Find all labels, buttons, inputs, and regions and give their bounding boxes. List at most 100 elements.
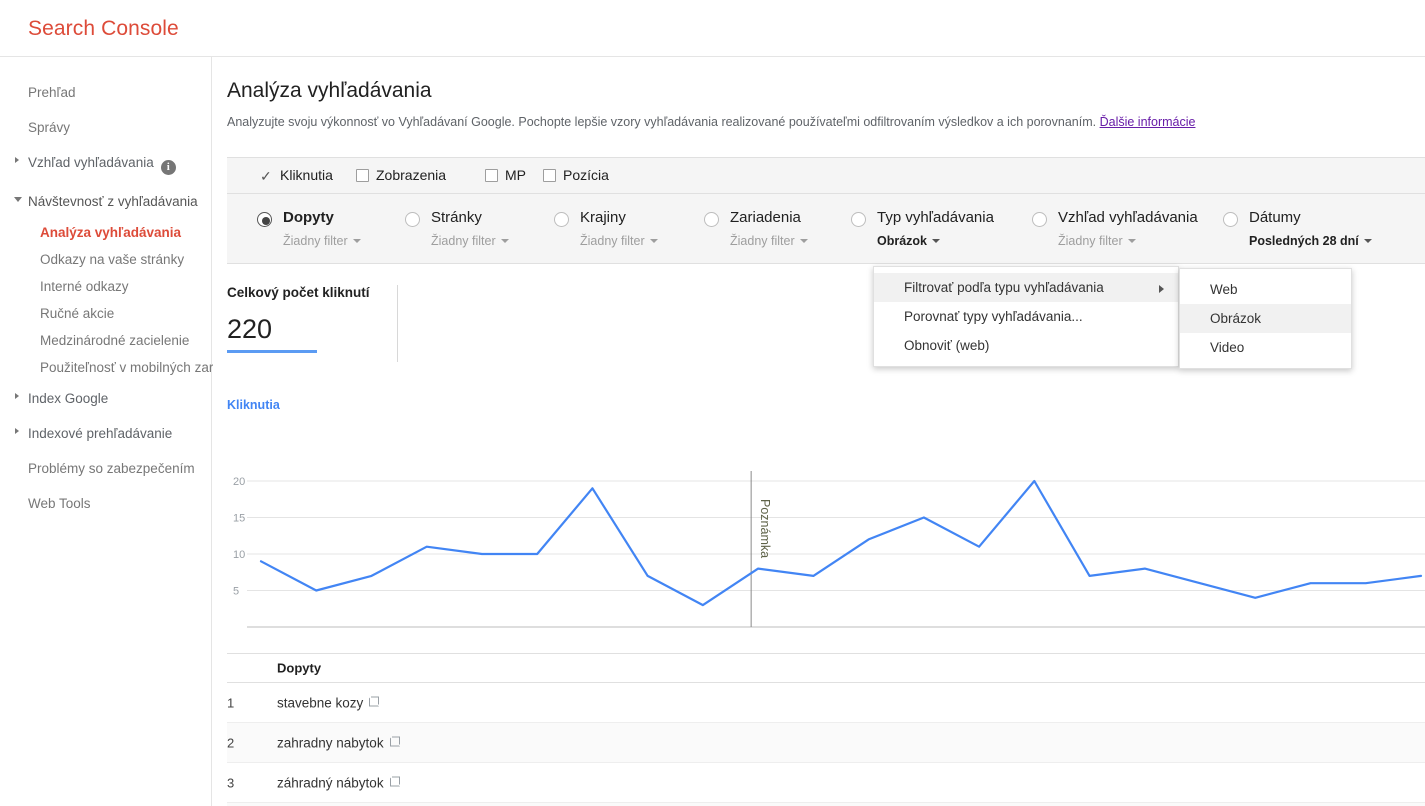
checkbox-icon[interactable]	[543, 169, 556, 182]
sidebar-item-index-google[interactable]: Index Google	[0, 381, 211, 416]
chevron-right-icon	[1159, 285, 1164, 293]
menu-item-obnovi-web[interactable]: Obnoviť (web)	[874, 331, 1178, 360]
sidebar-item-label: Problémy so zabezpečením	[28, 461, 195, 476]
submenu-item-label: Web	[1210, 282, 1238, 297]
radio-icon[interactable]	[405, 212, 420, 227]
dimension-label: Zariadenia	[730, 209, 801, 226]
table-cell-rank: 2	[227, 735, 267, 750]
sidebar-item-label: Správy	[28, 120, 70, 135]
metric-checkbox-poz-cia[interactable]: Pozícia	[543, 167, 609, 183]
more-info-link[interactable]: Ďalšie informácie	[1100, 115, 1196, 129]
sidebar-item-indexov-preh-ad-vanie[interactable]: Indexové prehľadávanie	[0, 416, 211, 451]
sidebar-item-preh-ad[interactable]: Prehľad	[0, 75, 211, 110]
dimension-filter-label: Žiadny filter	[580, 234, 645, 248]
sidebar-item-label: Index Google	[28, 391, 108, 406]
submenu-item-obr-zok[interactable]: Obrázok	[1180, 304, 1351, 333]
radio-icon[interactable]	[257, 212, 272, 227]
radio-icon[interactable]	[704, 212, 719, 227]
submenu-item-video[interactable]: Video	[1180, 333, 1351, 362]
table-column-header-query[interactable]: Dopyty	[277, 661, 321, 676]
metric-label: Pozícia	[563, 167, 609, 183]
dimension-filter-dropdown[interactable]: Žiadny filter	[730, 234, 808, 248]
dimension-filter-dropdown[interactable]: Žiadny filter	[1058, 234, 1136, 248]
chevron-down-icon	[353, 239, 361, 243]
sidebar-item-pou-ite-nos-v-mobiln-ch-zariadeniach[interactable]: Použiteľnosť v mobilných zariadeniach	[0, 354, 211, 381]
external-link-icon[interactable]	[369, 696, 379, 706]
chevron-down-icon	[14, 197, 22, 205]
dimension-filter-label: Posledných 28 dní	[1249, 234, 1359, 248]
metric-label: MP	[505, 167, 526, 183]
radio-icon[interactable]	[1032, 212, 1047, 227]
sidebar-item-probl-my-so-zabezpe-en-m[interactable]: Problémy so zabezpečením	[0, 451, 211, 486]
metric-checkbox-zobrazenia[interactable]: Zobrazenia	[356, 167, 446, 183]
sidebar-item-label: Vzhľad vyhľadávania	[28, 155, 154, 170]
chart-y-tick-label: 10	[233, 549, 245, 561]
total-clicks-card[interactable]: Celkový počet kliknutí 220	[227, 285, 384, 353]
dimension-filter-dropdown[interactable]: Obrázok	[877, 234, 940, 248]
chevron-right-icon	[15, 157, 19, 163]
table-cell-query[interactable]: záhradný nábytok	[277, 775, 400, 790]
menu-item-label: Obnoviť (web)	[904, 338, 989, 353]
dimension-filter-dropdown[interactable]: Žiadny filter	[580, 234, 658, 248]
sidebar-item-web-tools[interactable]: Web Tools	[0, 486, 211, 521]
dimension-filter-label: Žiadny filter	[730, 234, 795, 248]
dimension-radio-strip: DopytyŽiadny filterStránkyŽiadny filterK…	[227, 194, 1425, 264]
chevron-down-icon	[800, 239, 808, 243]
info-icon[interactable]: i	[161, 160, 176, 175]
menu-item-filtrova-pod-a-typu-vyh-ad-vania[interactable]: Filtrovať podľa typu vyhľadávania	[874, 273, 1178, 302]
sidebar-item-label: Odkazy na vaše stránky	[40, 252, 184, 267]
submenu-item-label: Obrázok	[1210, 311, 1261, 326]
sidebar-item-anal-za-vyh-ad-vania[interactable]: Analýza vyhľadávania	[0, 219, 211, 246]
app-brand-title[interactable]: Search Console	[28, 17, 179, 41]
table-cell-rank: 3	[227, 775, 267, 790]
chevron-down-icon	[1128, 239, 1136, 243]
sidebar-item-label: Web Tools	[28, 496, 91, 511]
table-cell-query-text: zahradny nabytok	[277, 735, 384, 750]
dimension-filter-dropdown[interactable]: Posledných 28 dní	[1249, 234, 1372, 248]
metric-checkbox-kliknutia[interactable]: ✓Kliknutia	[260, 167, 333, 185]
dimension-filter-label: Žiadny filter	[1058, 234, 1123, 248]
menu-item-porovna-typy-vyh-ad-vania[interactable]: Porovnať typy vyhľadávania...	[874, 302, 1178, 331]
sidebar-item-spr-vy[interactable]: Správy	[0, 110, 211, 145]
sidebar-item-medzin-rodn-zacielenie[interactable]: Medzinárodné zacielenie	[0, 327, 211, 354]
checkmark-icon[interactable]: ✓	[260, 168, 273, 185]
table-row[interactable]: 3 záhradný nábytok	[227, 763, 1425, 803]
sidebar-item-ru-n-akcie[interactable]: Ručné akcie	[0, 300, 211, 327]
radio-icon[interactable]	[1223, 212, 1238, 227]
menu-item-label: Porovnať typy vyhľadávania...	[904, 309, 1083, 324]
external-link-icon[interactable]	[390, 776, 400, 786]
chart-svg: 5101520Poznámka	[227, 413, 1425, 633]
dimension-filter-dropdown[interactable]: Žiadny filter	[283, 234, 361, 248]
radio-icon[interactable]	[851, 212, 866, 227]
radio-icon[interactable]	[554, 212, 569, 227]
table-row[interactable]: 2 zahradny nabytok	[227, 723, 1425, 763]
page-description-text: Analyzujte svoju výkonnosť vo Vyhľadávan…	[227, 115, 1096, 129]
dimension-filter-dropdown[interactable]: Žiadny filter	[431, 234, 509, 248]
submenu-item-web[interactable]: Web	[1180, 275, 1351, 304]
table-header-row: Dopyty	[227, 653, 1425, 683]
table-cell-query-text: záhradný nábytok	[277, 775, 384, 790]
sidebar-item-intern-odkazy[interactable]: Interné odkazy	[0, 273, 211, 300]
total-clicks-value: 220	[227, 313, 384, 345]
sidebar-item-n-v-tevnos-z-vyh-ad-vania[interactable]: Návštevnosť z vyhľadávania	[0, 184, 211, 219]
table-row[interactable]: 1stavebne kozy	[227, 683, 1425, 723]
search-type-submenu[interactable]: Web Obrázok Video	[1179, 268, 1352, 369]
metric-checkbox-mp[interactable]: MP	[485, 167, 526, 183]
dimension-label: Stránky	[431, 209, 482, 226]
external-link-icon[interactable]	[390, 736, 400, 746]
search-console-app: Search Console Prehľad Správy Vzhľad vyhľa…	[0, 0, 1425, 806]
search-type-menu[interactable]: Filtrovať podľa typu vyhľadávania Porovna…	[873, 266, 1179, 367]
checkbox-icon[interactable]	[356, 169, 369, 182]
dimension-filter-label: Žiadny filter	[431, 234, 496, 248]
total-clicks-label: Celkový počet kliknutí	[227, 285, 384, 300]
table-cell-query[interactable]: zahradny nabytok	[277, 735, 400, 750]
sidebar-item-label: Ručné akcie	[40, 306, 114, 321]
page-description: Analyzujte svoju výkonnosť vo Vyhľadávan…	[227, 114, 1377, 130]
chart-y-tick-label: 15	[233, 513, 245, 525]
metric-label: Zobrazenia	[376, 167, 446, 183]
total-clicks-underline	[227, 350, 317, 353]
checkbox-icon[interactable]	[485, 169, 498, 182]
table-cell-query[interactable]: stavebne kozy	[277, 695, 379, 710]
sidebar-item-vzh-ad-vyh-ad-vania[interactable]: Vzhľad vyhľadávania i	[0, 145, 211, 184]
sidebar-item-odkazy-na-va-e-str-nky[interactable]: Odkazy na vaše stránky	[0, 246, 211, 273]
